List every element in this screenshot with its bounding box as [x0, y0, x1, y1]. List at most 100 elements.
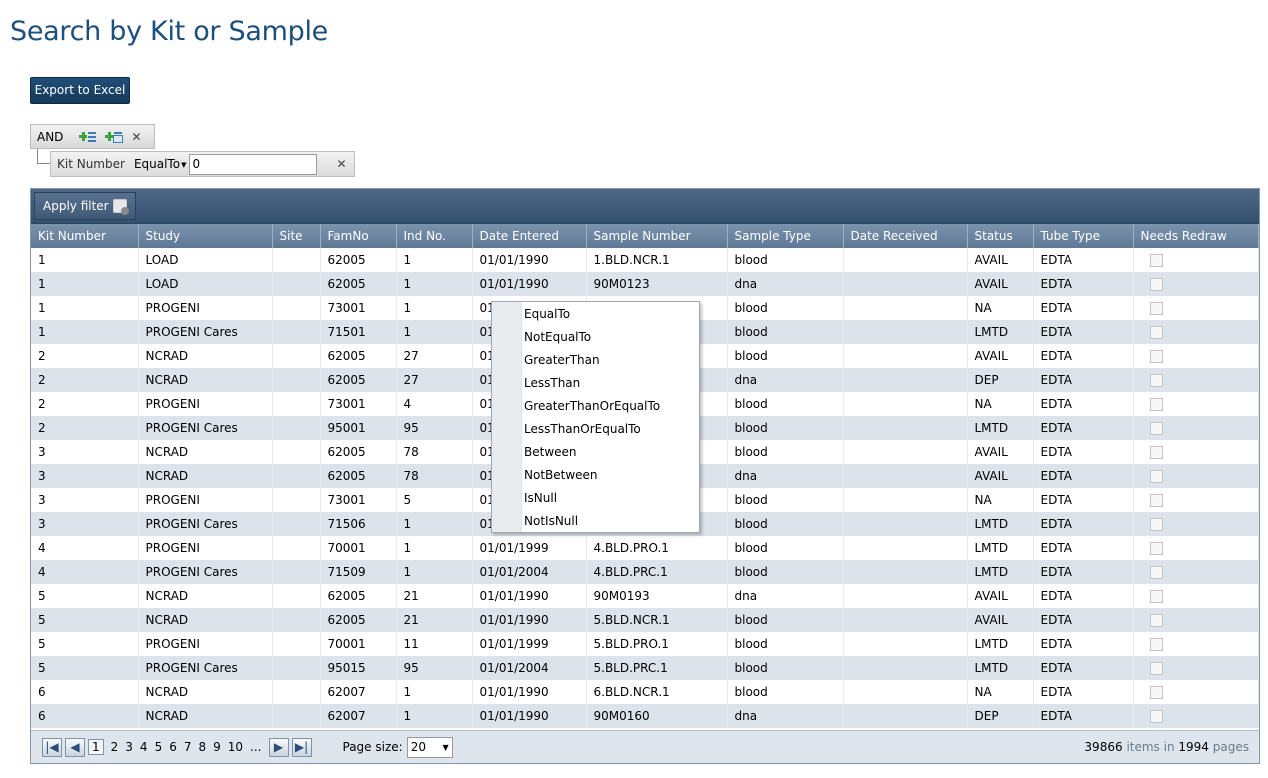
- needs-redraw-checkbox[interactable]: [1149, 350, 1163, 363]
- needs-redraw-checkbox[interactable]: [1149, 422, 1163, 435]
- table-row[interactable]: 4 PROGENI 70001 1 01/01/1999 4.BLD.PRO.1 blood…: [31, 536, 1259, 560]
- column-header[interactable]: Site: [272, 224, 321, 248]
- add-group-icon[interactable]: [105, 130, 124, 144]
- page-size-select[interactable]: 20 ▼: [406, 736, 453, 758]
- page-number[interactable]: 1: [88, 739, 104, 755]
- group-operator-toggle[interactable]: AND: [37, 130, 63, 144]
- page-number[interactable]: 6: [169, 740, 177, 754]
- table-row[interactable]: 5 PROGENI 70001 11 01/01/1999 5.BLD.PRO.1 bloo…: [31, 632, 1259, 656]
- table-cell: EDTA: [1033, 584, 1134, 608]
- table-cell: 2: [31, 368, 139, 392]
- table-cell: 1: [396, 560, 473, 584]
- page-number[interactable]: 4: [140, 740, 148, 754]
- operator-menu-item[interactable]: IsNull: [492, 487, 699, 510]
- operator-menu-item[interactable]: GreaterThan: [492, 349, 699, 372]
- page-number[interactable]: 3: [125, 740, 133, 754]
- needs-redraw-checkbox[interactable]: [1149, 638, 1163, 651]
- needs-redraw-cell: [1133, 656, 1259, 680]
- column-header[interactable]: Study: [138, 224, 273, 248]
- filter-icon: [112, 199, 129, 215]
- needs-redraw-checkbox[interactable]: [1149, 374, 1163, 387]
- column-header[interactable]: Ind No.: [396, 224, 473, 248]
- table-cell: PROGENI Cares: [138, 512, 273, 536]
- last-page-button[interactable]: ▶|: [291, 737, 312, 757]
- needs-redraw-checkbox[interactable]: [1149, 590, 1163, 603]
- column-header[interactable]: Tube Type: [1033, 224, 1134, 248]
- column-header[interactable]: Kit Number: [31, 224, 139, 248]
- needs-redraw-checkbox[interactable]: [1149, 542, 1163, 555]
- next-page-button[interactable]: ▶: [268, 737, 289, 757]
- operator-menu-item[interactable]: NotBetween: [492, 464, 699, 487]
- needs-redraw-checkbox[interactable]: [1149, 302, 1163, 315]
- column-header[interactable]: Date Received: [843, 224, 968, 248]
- page-number[interactable]: 9: [213, 740, 221, 754]
- apply-filter-button[interactable]: Apply filter: [34, 192, 136, 220]
- needs-redraw-checkbox[interactable]: [1149, 398, 1163, 411]
- table-cell: 01/01/1999: [472, 536, 587, 560]
- operator-menu-item[interactable]: Between: [492, 441, 699, 464]
- column-header[interactable]: Sample Number: [586, 224, 728, 248]
- operator-dropdown-menu: EqualTo NotEqualTo GreaterThan LessThan Grea…: [491, 301, 700, 533]
- operator-menu-item[interactable]: NotIsNull: [492, 510, 699, 533]
- table-cell: 01/01/1990: [472, 272, 587, 296]
- operator-menu-item[interactable]: LessThanOrEqualTo: [492, 418, 699, 441]
- table-cell: 62005: [320, 464, 397, 488]
- page-number[interactable]: 5: [155, 740, 163, 754]
- condition-field[interactable]: Kit Number: [57, 157, 125, 171]
- remove-group-icon[interactable]: ✕: [131, 130, 141, 144]
- needs-redraw-checkbox[interactable]: [1149, 566, 1163, 579]
- table-cell: 62007: [320, 704, 397, 728]
- operator-menu-item[interactable]: NotEqualTo: [492, 326, 699, 349]
- condition-value-input[interactable]: [189, 153, 318, 175]
- needs-redraw-checkbox[interactable]: [1149, 710, 1163, 723]
- page-number[interactable]: 7: [184, 740, 192, 754]
- table-cell: 5.BLD.PRC.1: [586, 656, 728, 680]
- table-row[interactable]: 6 NCRAD 62007 1 01/01/1990 90M0160 dna DEP EDTA: [31, 704, 1259, 728]
- needs-redraw-checkbox[interactable]: [1149, 662, 1163, 675]
- column-header[interactable]: FamNo: [320, 224, 397, 248]
- column-header[interactable]: Sample Type: [727, 224, 844, 248]
- table-cell: dna: [727, 584, 844, 608]
- operator-menu-item[interactable]: LessThan: [492, 372, 699, 395]
- page-number[interactable]: ...: [250, 740, 261, 754]
- table-row[interactable]: 1 LOAD 62005 1 01/01/1990 90M0123 dna AVAIL EDTA: [31, 272, 1259, 296]
- first-page-button[interactable]: |◀: [42, 737, 62, 757]
- condition-operator-dropdown[interactable]: EqualTo▼: [134, 157, 187, 171]
- operator-menu-item[interactable]: EqualTo: [492, 303, 699, 326]
- needs-redraw-checkbox[interactable]: [1149, 686, 1163, 699]
- column-header[interactable]: Date Entered: [472, 224, 587, 248]
- prev-page-button[interactable]: ◀: [65, 737, 85, 757]
- table-cell: 95001: [320, 416, 397, 440]
- needs-redraw-checkbox[interactable]: [1149, 494, 1163, 507]
- table-row[interactable]: 5 NCRAD 62005 21 01/01/1990 5.BLD.NCR.1 blood A…: [31, 608, 1259, 632]
- needs-redraw-checkbox[interactable]: [1149, 470, 1163, 483]
- column-header[interactable]: Status: [967, 224, 1034, 248]
- add-condition-icon[interactable]: [79, 130, 97, 144]
- remove-condition-icon[interactable]: ✕: [336, 157, 346, 171]
- needs-redraw-checkbox[interactable]: [1149, 254, 1163, 267]
- table-cell: NA: [967, 296, 1034, 320]
- needs-redraw-checkbox[interactable]: [1149, 446, 1163, 459]
- export-to-excel-button[interactable]: Export to Excel: [30, 77, 130, 104]
- table-cell: AVAIL: [967, 344, 1034, 368]
- page-number[interactable]: 2: [111, 740, 119, 754]
- table-cell: 1: [396, 536, 473, 560]
- needs-redraw-checkbox[interactable]: [1149, 614, 1163, 627]
- needs-redraw-checkbox[interactable]: [1149, 518, 1163, 531]
- table-row[interactable]: 5 NCRAD 62005 21 01/01/1990 90M0193 dna AVAIL ED…: [31, 584, 1259, 608]
- table-cell: NCRAD: [138, 680, 273, 704]
- column-header[interactable]: Needs Redraw: [1133, 224, 1259, 248]
- table-row[interactable]: 6 NCRAD 62007 1 01/01/1990 6.BLD.NCR.1 blood NA…: [31, 680, 1259, 704]
- table-row[interactable]: 1 LOAD 62005 1 01/01/1990 1.BLD.NCR.1 blood AVA…: [31, 248, 1259, 272]
- needs-redraw-checkbox[interactable]: [1149, 278, 1163, 291]
- table-cell: 1: [396, 680, 473, 704]
- page-number[interactable]: 8: [198, 740, 206, 754]
- table-row[interactable]: 5 PROGENI Cares 95015 95 01/01/2004 5.BLD.PRC…: [31, 656, 1259, 680]
- needs-redraw-cell: [1133, 584, 1259, 608]
- operator-menu-item[interactable]: GreaterThanOrEqualTo: [492, 395, 699, 418]
- needs-redraw-checkbox[interactable]: [1149, 326, 1163, 339]
- table-cell: EDTA: [1033, 368, 1134, 392]
- table-row[interactable]: 4 PROGENI Cares 71509 1 01/01/2004 4.BLD.PRC.…: [31, 560, 1259, 584]
- table-cell: 3: [31, 440, 139, 464]
- page-number[interactable]: 10: [228, 740, 243, 754]
